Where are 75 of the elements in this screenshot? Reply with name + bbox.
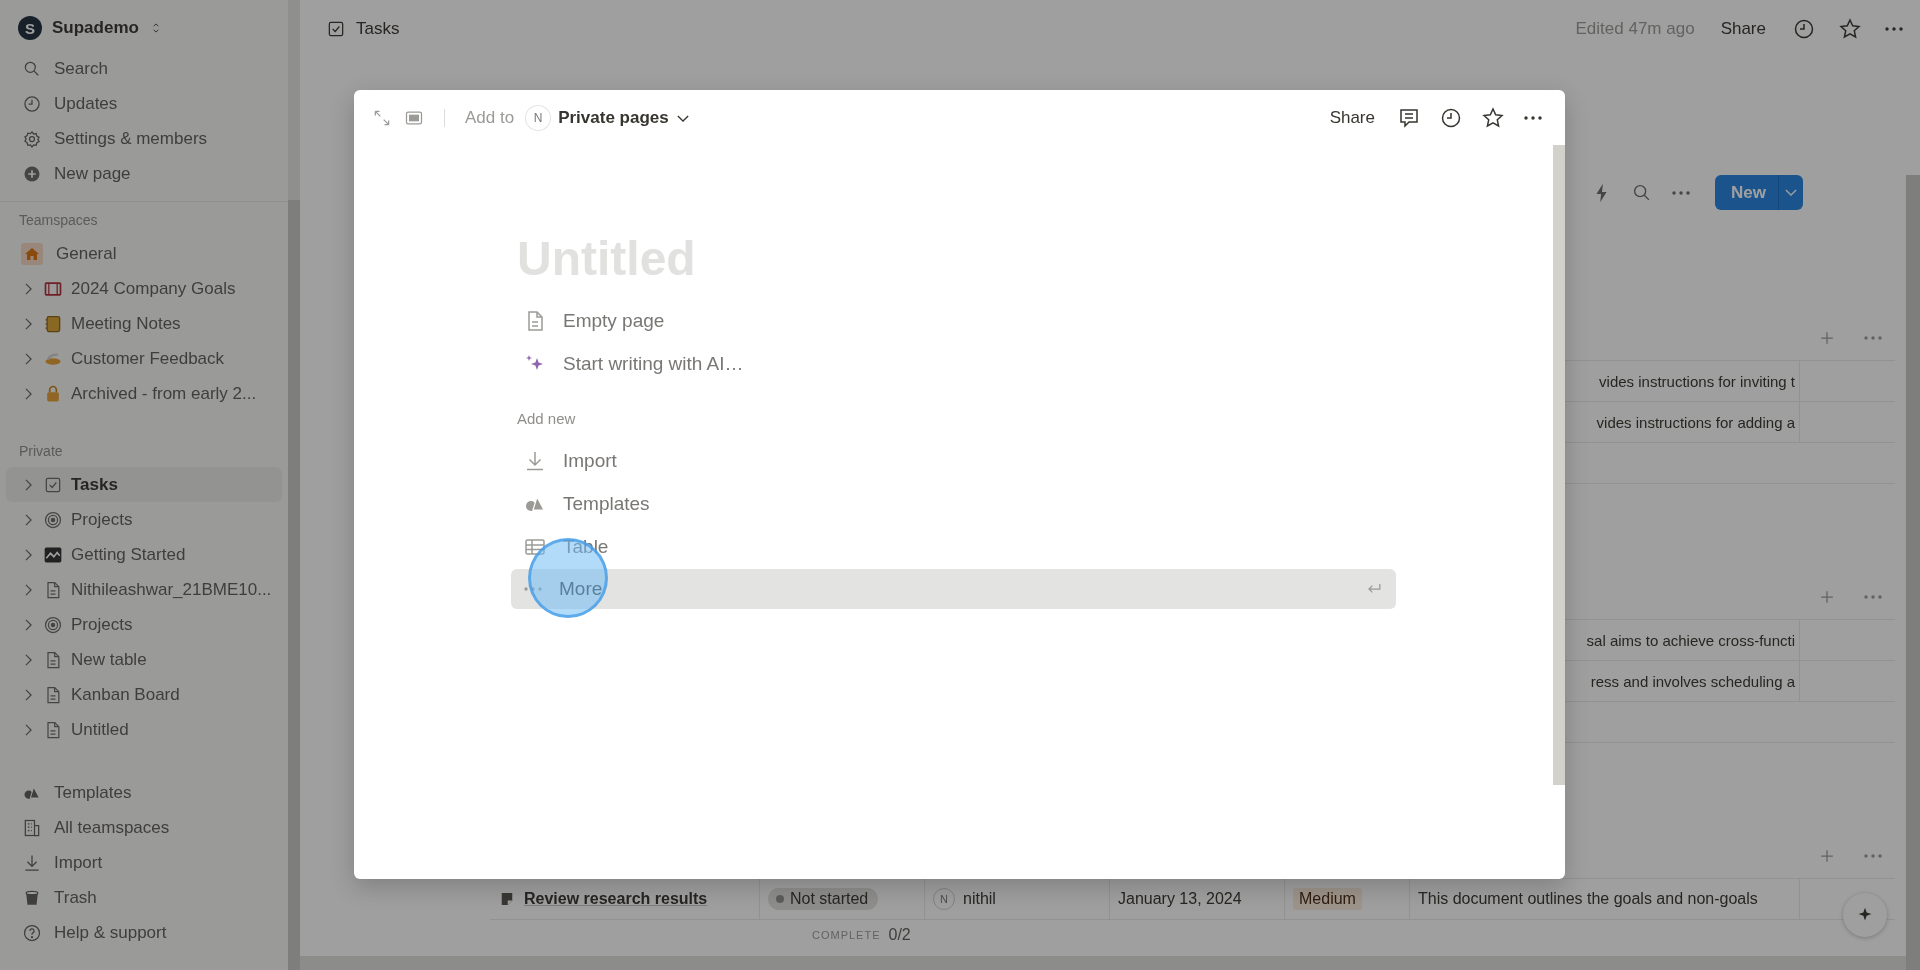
sidebar-item[interactable]: Projects: [6, 502, 282, 537]
breadcrumb-item[interactable]: Tasks: [326, 19, 400, 39]
sidebar-item[interactable]: Customer Feedback: [6, 341, 282, 376]
sidebar-item[interactable]: Kanban Board: [6, 677, 282, 712]
more-icon: [523, 586, 543, 592]
share-button[interactable]: Share: [1716, 15, 1770, 43]
help-icon: [22, 922, 42, 943]
priority-tag: Medium: [1293, 888, 1362, 910]
workspace-avatar: S: [18, 16, 42, 40]
more-icon[interactable]: [1523, 115, 1543, 121]
sidebar-item[interactable]: Projects: [6, 607, 282, 642]
checkbox-icon: [326, 19, 346, 39]
gear-icon: [22, 128, 42, 149]
sidebar-item[interactable]: All teamspaces: [6, 810, 282, 845]
sidebar-item[interactable]: Archived - from early 2...: [6, 376, 282, 411]
sidebar-item[interactable]: New page: [6, 156, 282, 191]
comment-icon[interactable]: [1397, 106, 1421, 130]
notebook-icon: [43, 313, 63, 334]
star-icon[interactable]: [1481, 106, 1505, 130]
calculation-label: COMPLETE: [812, 929, 881, 941]
scrollbar[interactable]: [1906, 175, 1920, 970]
status-tag: Not started: [768, 888, 879, 910]
menu-item[interactable]: Templates: [511, 482, 1396, 525]
table-cell: This document outlines the goals and non-goals: [1418, 890, 1758, 908]
row-title[interactable]: Review research results: [524, 890, 708, 908]
clock-icon[interactable]: [1792, 17, 1816, 41]
expand-icon[interactable]: [372, 108, 392, 128]
table-cell: vides instructions for inviting t: [1599, 372, 1795, 390]
clock-icon[interactable]: [1439, 106, 1463, 130]
menu-item[interactable]: Start writing with AI…: [511, 342, 1396, 385]
sidebar-item[interactable]: Meeting Notes: [6, 306, 282, 341]
sidebar-item[interactable]: Help & support: [6, 915, 282, 950]
chevron-down-icon: [676, 114, 689, 122]
target-icon: [43, 509, 63, 530]
location-picker[interactable]: N Private pages: [526, 106, 689, 130]
new-button[interactable]: New: [1715, 175, 1803, 210]
target-icon: [43, 614, 63, 635]
share-button[interactable]: Share: [1325, 104, 1379, 132]
sidebar-item[interactable]: Updates: [6, 86, 282, 121]
star-icon[interactable]: [1838, 17, 1862, 41]
calculation-value: 0/2: [888, 926, 911, 944]
sidebar-item[interactable]: Trash: [6, 880, 282, 915]
section-label: Teamspaces: [18, 211, 99, 230]
sidebar-item[interactable]: Search: [6, 51, 282, 86]
sidebar-item[interactable]: Untitled: [6, 712, 282, 747]
house-icon: [20, 241, 44, 266]
sidebar-item[interactable]: Tasks: [6, 467, 282, 502]
edited-time: Edited 47m ago: [1575, 19, 1695, 39]
table-cell: vides instructions for adding a: [1596, 413, 1795, 431]
clock-icon: [22, 93, 42, 114]
building-icon: [22, 817, 42, 838]
sidebar-item[interactable]: Getting Started: [6, 537, 282, 572]
sidebar-item[interactable]: Import: [6, 845, 282, 880]
more-icon[interactable]: [1884, 26, 1904, 32]
menu-item[interactable]: Empty page: [511, 299, 1396, 342]
scrollbar[interactable]: [1553, 145, 1565, 785]
sidebar-item[interactable]: Templates: [6, 775, 282, 810]
workspace-switcher[interactable]: S Supademo: [6, 10, 282, 46]
table-cell: ress and involves scheduling a: [1590, 672, 1795, 690]
section-label: Private: [18, 442, 64, 461]
scrollbar[interactable]: [300, 956, 1906, 970]
chevron-down-icon: [1785, 189, 1797, 196]
sidebar-item[interactable]: General: [6, 236, 282, 271]
assignee-name: nithil: [963, 890, 996, 908]
add-to-label: Add to: [465, 108, 515, 128]
sidebar-item[interactable]: Settings & members: [6, 121, 282, 156]
table-cell: sal aims to achieve cross-functi: [1586, 631, 1795, 649]
menu-item[interactable]: More: [511, 569, 1396, 609]
sidebar-item[interactable]: Nithileashwar_21BME10...: [6, 572, 282, 607]
section-label: Add new: [517, 409, 577, 429]
scrollbar[interactable]: [288, 200, 300, 970]
menu-item[interactable]: Import: [511, 439, 1396, 482]
sidebar-item[interactable]: 2024 Company Goals: [6, 271, 282, 306]
date-text: January 13, 2024: [1118, 890, 1242, 908]
sidebar-item[interactable]: New table: [6, 642, 282, 677]
